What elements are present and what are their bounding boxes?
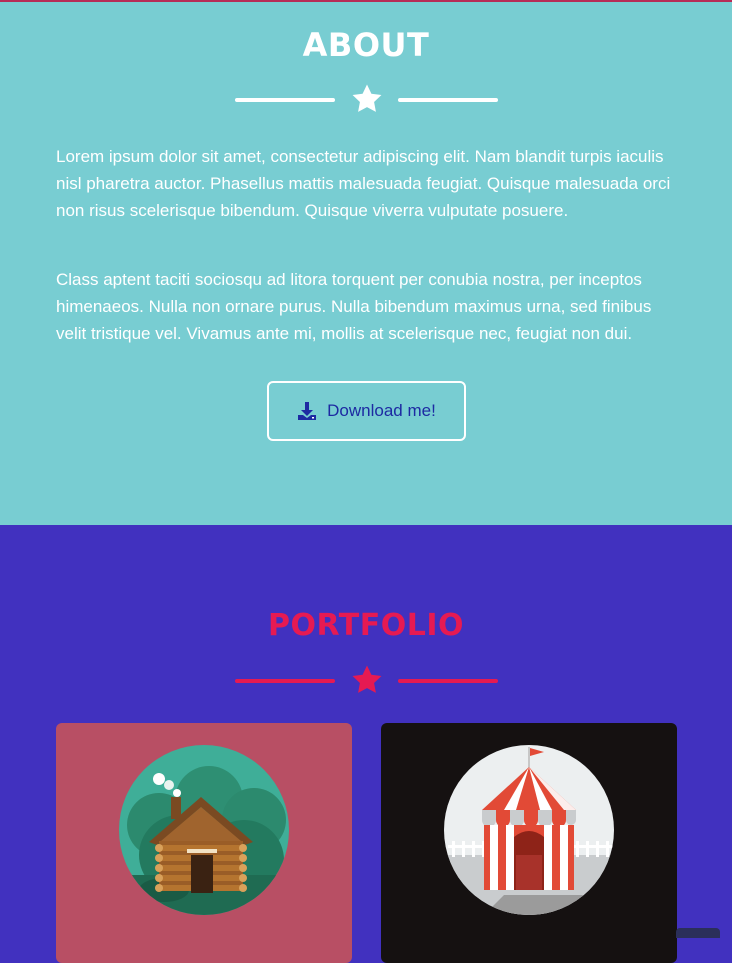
divider-line-right xyxy=(398,98,498,102)
portfolio-divider xyxy=(0,660,732,700)
about-divider xyxy=(0,79,732,119)
circus-tent-icon xyxy=(444,745,614,915)
divider-line-left xyxy=(235,98,335,102)
portfolio-title: PORTFOLIO xyxy=(268,608,464,643)
download-icon xyxy=(298,402,317,420)
download-button[interactable]: Download me! xyxy=(267,381,466,441)
about-title: ABOUT xyxy=(302,26,430,64)
portfolio-item-circus[interactable] xyxy=(381,723,677,963)
scroll-to-top-tab[interactable] xyxy=(676,928,720,938)
about-paragraph-2: Class aptent taciti sociosqu ad litora t… xyxy=(56,270,652,343)
divider-line-left xyxy=(235,679,335,683)
about-paragraph-1: Lorem ipsum dolor sit amet, consectetur … xyxy=(56,147,671,220)
portfolio-item-cabin[interactable] xyxy=(56,723,352,963)
divider-line-right xyxy=(398,679,498,683)
star-icon xyxy=(352,84,382,112)
about-section: ABOUT Lorem ipsum dolor sit amet, consec… xyxy=(0,0,732,525)
download-button-label: Download me! xyxy=(327,401,436,420)
log-cabin-icon xyxy=(119,745,289,915)
star-icon xyxy=(352,665,382,693)
